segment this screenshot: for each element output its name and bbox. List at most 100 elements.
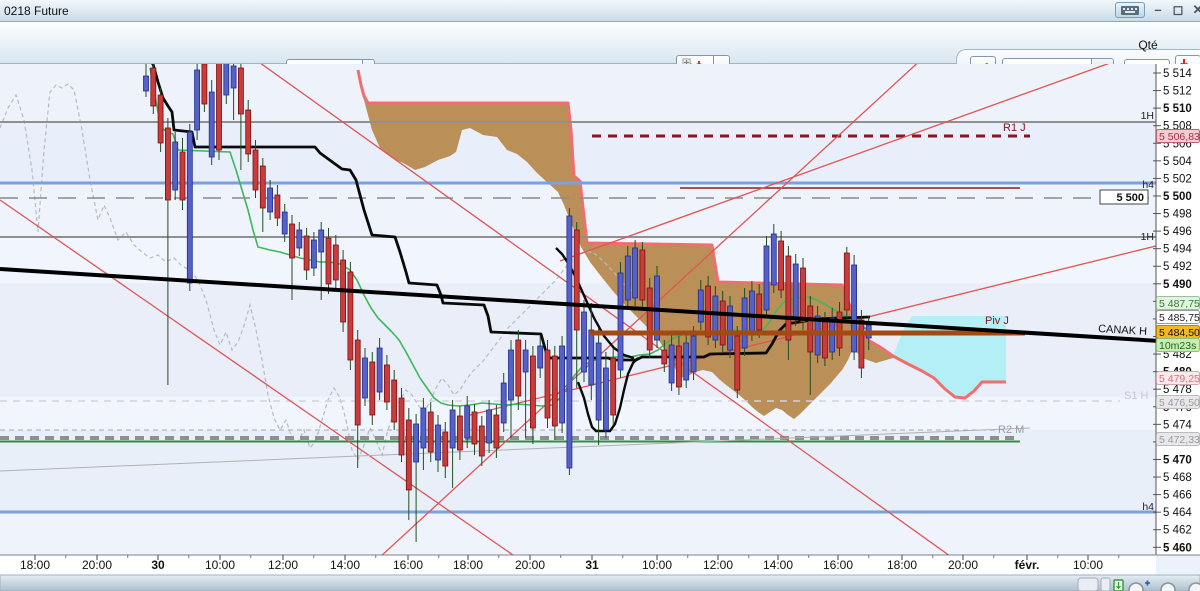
y-tick-label: 5 460 [1163,542,1192,554]
candle [478,425,485,457]
price-tag-label: 10m23s [1159,340,1196,352]
candle [763,245,770,311]
chart-label: R2 M [998,424,1024,436]
zoom-out-icon[interactable] [1160,582,1176,591]
price-tag-label: 5 485,75 [1159,312,1200,324]
x-tick-label: 16:00 [823,558,853,572]
chart-label: h4 [1142,501,1154,513]
price-tag-label: 5 484,50 [1159,327,1200,339]
x-tick-label: 12:00 [268,558,298,572]
candle [770,233,777,286]
candle [800,267,806,323]
candle [332,244,339,281]
candle [508,349,514,401]
candle [617,272,624,371]
candle [354,339,361,426]
price-chart[interactable]: R1 JPiv JCANAK HS1 HR2 M1Hh41Hh45 5005 5… [0,64,1200,591]
candle [851,264,857,353]
candle [756,293,763,331]
candle [515,339,522,397]
price-tag-label: 5 506,83 [1159,131,1200,143]
y-tick-label: 5 498 [1163,209,1192,221]
candle [603,367,609,431]
x-tick-label: 31 [585,558,599,572]
price-tag-label: 5 479,25 [1159,373,1200,385]
x-tick-label: févr. [1015,558,1040,572]
scroll-button[interactable] [1100,577,1111,591]
candle [435,424,441,461]
candle [668,344,675,384]
candle [836,311,843,349]
window-title: 0218 Future [4,4,69,18]
candle [405,419,412,491]
toolbar: 15 minutes [0,22,1200,86]
x-tick-label: 18:00 [20,558,50,572]
y-tick-label: 5 466 [1163,490,1192,502]
candle [310,239,317,269]
y-tick-label: 5 470 [1163,454,1192,466]
bottom-strip [0,574,1200,591]
candle [486,409,493,444]
candle [186,131,193,284]
candle [537,345,544,369]
candle [595,342,602,421]
candle [449,409,456,449]
candle [551,355,558,427]
candle [391,379,398,423]
candle [522,349,529,373]
candle [274,194,281,219]
candle [267,187,274,213]
candle [201,64,208,105]
candle [464,405,471,439]
y-tick-label: 5 502 [1163,173,1192,185]
candle [807,305,814,353]
y-tick-label: 5 504 [1163,156,1192,168]
maximize-button[interactable]: ◻ [1171,2,1185,18]
chart-label: R1 J [1003,122,1026,134]
y-tick-label: 5 462 [1163,525,1192,537]
x-tick-label: 30 [151,558,165,572]
candle [208,91,215,158]
candle [749,290,755,334]
x-tick-label: 18:00 [453,558,483,572]
candle [383,364,390,403]
candle [143,75,149,92]
close-button[interactable]: ✕ [1191,2,1200,18]
scroll-button[interactable] [1077,577,1099,591]
paste-icon[interactable] [1113,579,1124,591]
y-tick-label: 5 468 [1163,472,1192,484]
candle [427,411,434,453]
candle [259,165,266,209]
candle [559,345,565,424]
candle [362,357,368,399]
candle [230,65,237,89]
x-tick-label: 10:00 [1073,558,1103,572]
candle [822,321,828,359]
candle [420,407,427,449]
y-tick-label: 5 490 [1163,279,1192,291]
candle [150,67,157,107]
candle [858,319,865,369]
y-tick-label: 5 514 [1163,68,1192,80]
x-tick-label: 20:00 [515,558,545,572]
candle [318,229,325,253]
candle [588,329,595,386]
x-tick-label: 18:00 [887,558,917,572]
keyboard-icon[interactable] [1115,2,1145,18]
price-tag-label: 5 472,33 [1159,434,1200,446]
candle [624,255,631,301]
candle [398,397,405,456]
candle [369,361,376,416]
y-tick-label: 5 474 [1163,419,1192,431]
price-tag-label: 5 487,75 [1159,298,1200,310]
candle [376,347,383,393]
x-tick-label: 14:00 [330,558,360,572]
candle [442,431,449,467]
chart-label: h4 [1142,179,1154,191]
candle [661,349,668,365]
candle [281,211,288,235]
chart-label: 1H [1141,231,1154,243]
x-axis [0,555,1156,575]
minimize-button[interactable]: – [1151,2,1165,18]
chart-label: Piv J [985,315,1009,327]
